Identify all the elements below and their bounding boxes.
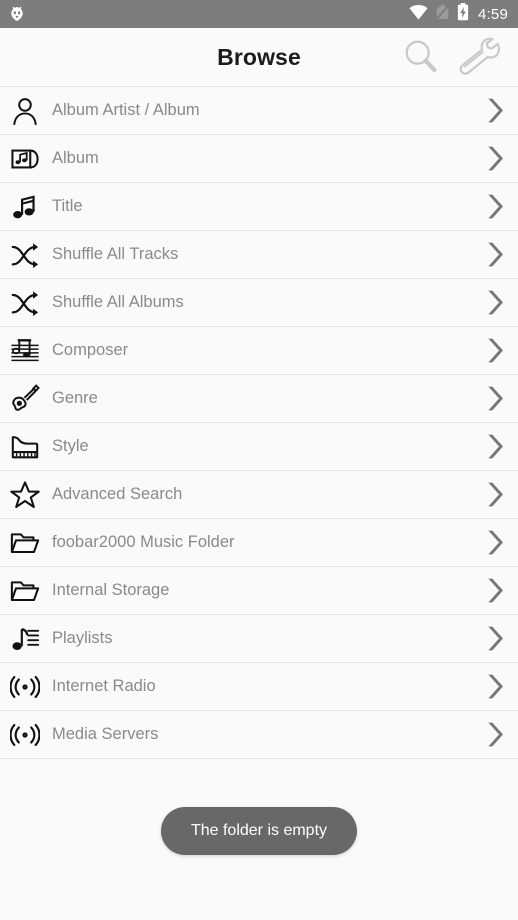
list-item[interactable]: foobar2000 Music Folder (0, 519, 518, 567)
person-icon (6, 92, 44, 130)
list-item-label: Album (52, 149, 99, 167)
list-item[interactable]: Internet Radio (0, 663, 518, 711)
wrench-icon (457, 35, 501, 80)
search-button[interactable] (396, 32, 446, 82)
chevron-right-icon (478, 529, 508, 556)
radio-waves-icon (6, 668, 44, 706)
browse-list: Album Artist / Album Album Title Shuffle Al… (0, 86, 518, 759)
chevron-right-icon (478, 673, 508, 700)
list-item[interactable]: Playlists (0, 615, 518, 663)
chevron-right-icon (478, 721, 508, 748)
list-item-label: Internal Storage (52, 581, 170, 599)
list-item-label: foobar2000 Music Folder (52, 533, 235, 551)
list-item[interactable]: Internal Storage (0, 567, 518, 615)
album-icon (6, 140, 44, 178)
chevron-right-icon (478, 337, 508, 364)
chevron-right-icon (478, 97, 508, 124)
list-item-label: Album Artist / Album (52, 101, 200, 119)
chevron-right-icon (478, 625, 508, 652)
list-item-label: Style (52, 437, 89, 455)
list-item[interactable]: Style (0, 423, 518, 471)
status-bar-right: 4:59 (409, 2, 508, 26)
list-item-label: Shuffle All Tracks (52, 245, 179, 263)
chevron-right-icon (478, 241, 508, 268)
list-item[interactable]: Composer (0, 327, 518, 375)
wifi-icon (409, 4, 428, 25)
list-item-label: Internet Radio (52, 677, 156, 695)
list-item-label: Genre (52, 389, 98, 407)
chevron-right-icon (478, 145, 508, 172)
list-item-label: Media Servers (52, 725, 159, 743)
chevron-right-icon (478, 193, 508, 220)
status-bar-left (8, 5, 26, 23)
folder-icon (6, 524, 44, 562)
list-item[interactable]: Advanced Search (0, 471, 518, 519)
foobar2000-logo (8, 5, 26, 23)
guitar-icon (6, 380, 44, 418)
shuffle-icon (6, 284, 44, 322)
list-item[interactable]: Title (0, 183, 518, 231)
chevron-right-icon (478, 481, 508, 508)
search-icon (400, 35, 442, 80)
list-item-label: Composer (52, 341, 129, 359)
status-bar-clock: 4:59 (478, 5, 508, 23)
star-icon (6, 476, 44, 514)
music-staff-icon (6, 332, 44, 370)
chevron-right-icon (478, 433, 508, 460)
radio-waves-icon (6, 716, 44, 754)
list-item-label: Shuffle All Albums (52, 293, 184, 311)
playlist-note-icon (6, 620, 44, 658)
status-bar: 4:59 (0, 0, 518, 28)
shuffle-icon (6, 236, 44, 274)
list-item[interactable]: Shuffle All Albums (0, 279, 518, 327)
list-item-label: Advanced Search (52, 485, 183, 503)
list-item-label: Title (52, 197, 83, 215)
browse-screen: 4:59 Browse Album Artist / Album Album T… (0, 0, 518, 920)
folder-icon (6, 572, 44, 610)
content-area: The folder is empty (0, 759, 518, 920)
list-item[interactable]: Album Artist / Album (0, 87, 518, 135)
list-item[interactable]: Album (0, 135, 518, 183)
list-item[interactable]: Media Servers (0, 711, 518, 759)
chevron-right-icon (478, 289, 508, 316)
list-item-label: Playlists (52, 629, 113, 647)
chevron-right-icon (478, 385, 508, 412)
action-bar: Browse (0, 28, 518, 86)
action-bar-actions (396, 32, 504, 82)
chevron-right-icon (478, 577, 508, 604)
no-sim-signal-icon (435, 3, 450, 25)
music-note-icon (6, 188, 44, 226)
list-item[interactable]: Shuffle All Tracks (0, 231, 518, 279)
list-item[interactable]: Genre (0, 375, 518, 423)
settings-button[interactable] (454, 32, 504, 82)
piano-icon (6, 428, 44, 466)
battery-charging-icon (457, 2, 469, 26)
toast-message: The folder is empty (160, 807, 358, 855)
